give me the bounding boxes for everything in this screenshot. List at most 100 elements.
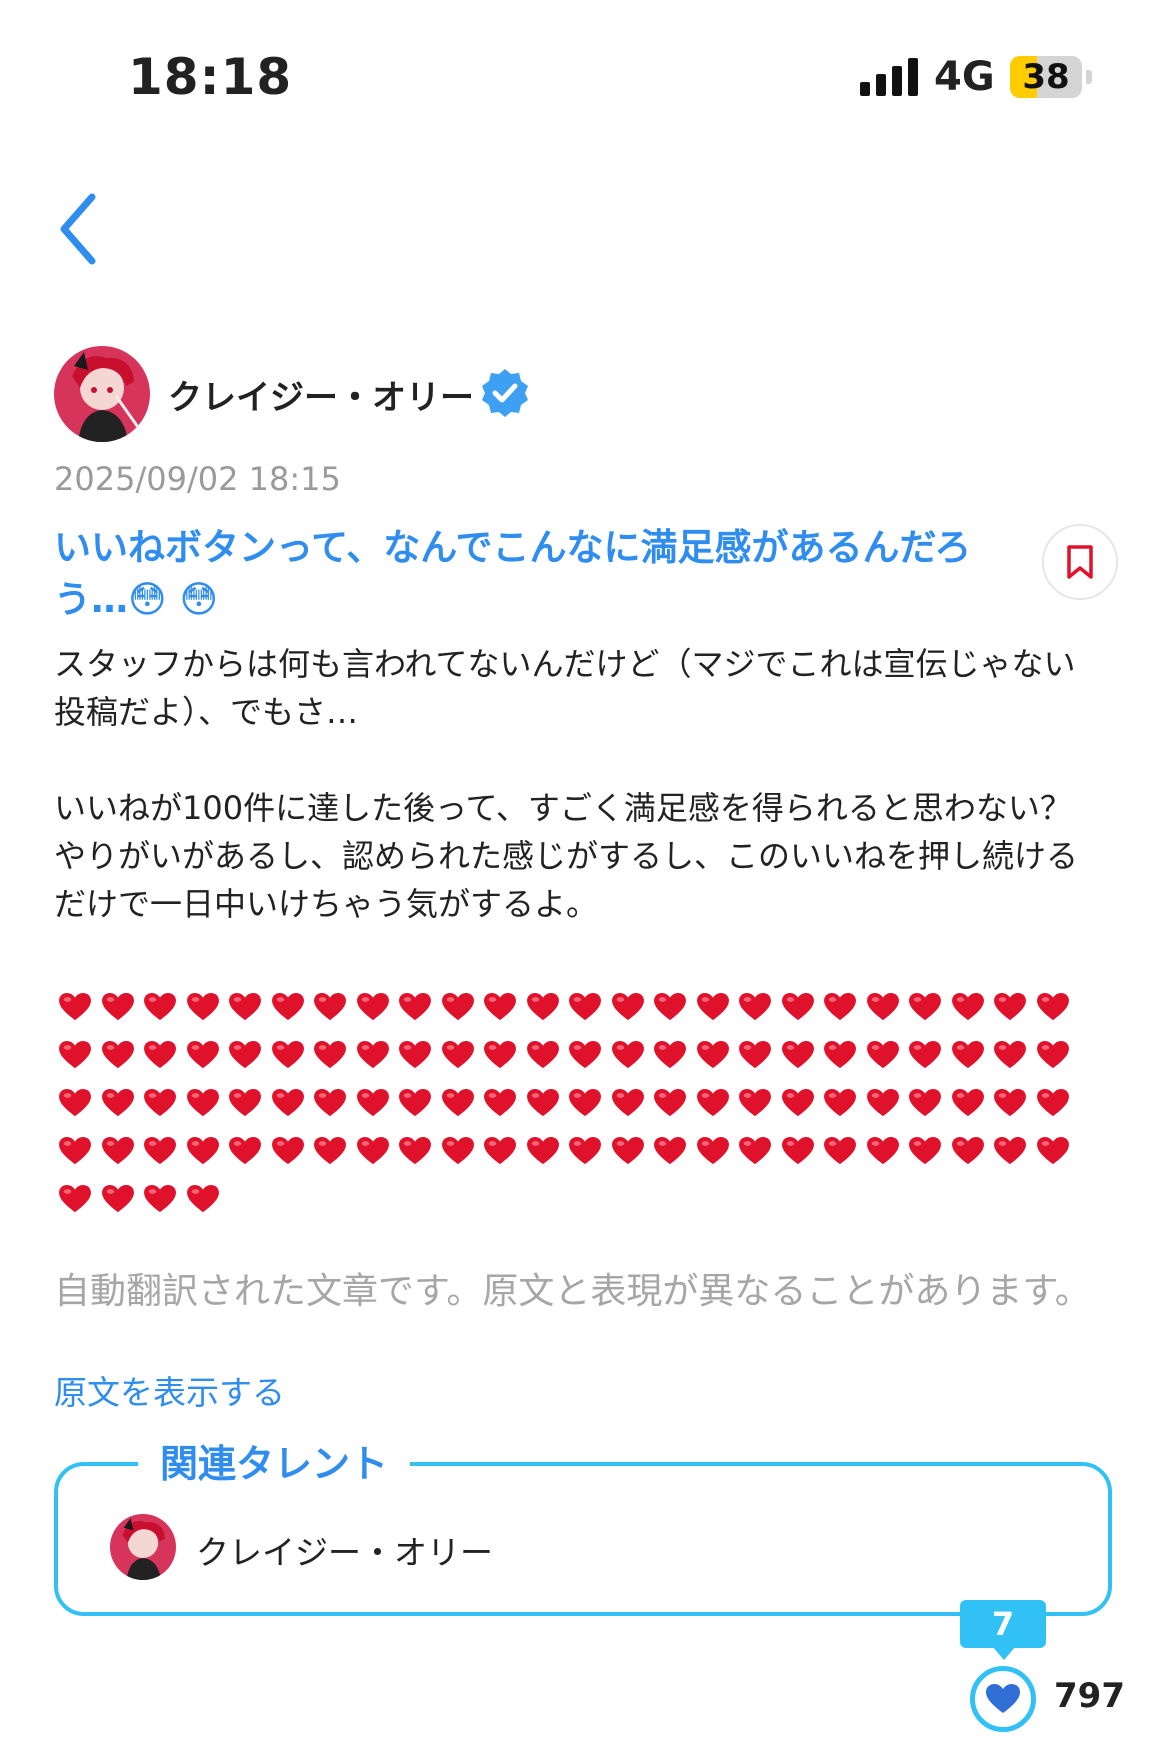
red-heart-icon [947,984,990,1032]
red-heart-icon [777,1128,820,1176]
red-heart-icon [904,1032,947,1080]
post-title: いいねボタンって、なんでこんなに満足感があるんだろう…😳 😳 [54,526,972,621]
red-heart-icon [437,1128,480,1176]
red-heart-icon [862,984,905,1032]
red-heart-icon [607,1032,650,1080]
like-count: 797 [1054,1676,1125,1716]
red-heart-icon [309,1032,352,1080]
related-talent-avatar[interactable] [110,1514,176,1580]
author-avatar[interactable] [54,346,150,442]
status-bar: 18:18 4G 38 [0,0,1170,160]
red-heart-icon [692,1032,735,1080]
signal-icon [860,58,920,96]
red-heart-icon [862,1080,905,1128]
red-heart-icon [862,1128,905,1176]
status-time: 18:18 [128,48,293,106]
red-heart-icon [309,984,352,1032]
author-name[interactable]: クレイジー・オリー [168,370,474,419]
red-heart-icon [947,1032,990,1080]
back-button[interactable] [56,185,126,275]
red-heart-icon [819,1080,862,1128]
battery-level: 38 [1022,57,1070,97]
red-heart-icon [777,984,820,1032]
red-heart-icon [97,1080,140,1128]
red-heart-icon [607,1080,650,1128]
red-heart-icon [734,1128,777,1176]
red-heart-icon [989,1080,1032,1128]
red-heart-icon [692,1080,735,1128]
red-heart-icon [182,1080,225,1128]
red-heart-icon [182,1128,225,1176]
red-heart-icon [224,1128,267,1176]
red-heart-icon [989,1032,1032,1080]
post-paragraph: スタッフからは何も言われてないんだけど（マジでこれは宣伝じゃない投稿だよ）、でも… [54,645,1076,731]
battery-icon: 38 [1010,56,1082,98]
red-heart-icon [1032,1080,1075,1128]
like-tooltip-tail [992,1646,1016,1660]
show-original-link[interactable]: 原文を表示する [54,1366,285,1414]
red-heart-icon [352,1032,395,1080]
translation-note: 自動翻訳された文章です。原文と表現が異なることがあります。 [54,1271,1091,1312]
related-talent-name[interactable]: クレイジー・オリー [196,1526,493,1574]
like-tooltip: 7 [960,1600,1046,1648]
red-heart-icon [734,1032,777,1080]
red-heart-icon [139,1080,182,1128]
red-heart-icon [309,1128,352,1176]
bookmark-button[interactable] [1042,524,1118,600]
red-heart-icon [352,984,395,1032]
red-heart-icon [224,1080,267,1128]
red-heart-icon [54,1176,97,1224]
red-heart-icon [522,1080,565,1128]
red-heart-icon [649,1080,692,1128]
red-heart-icon [139,1032,182,1080]
red-heart-icon [267,1032,310,1080]
red-heart-icon [394,984,437,1032]
red-heart-icon [54,1128,97,1176]
red-heart-icon [904,984,947,1032]
red-heart-icon [607,1128,650,1176]
hearts-row [54,1176,1094,1224]
hearts-block [54,984,1094,1224]
hearts-row [54,1032,1094,1080]
red-heart-icon [649,984,692,1032]
red-heart-icon [394,1128,437,1176]
red-heart-icon [394,1080,437,1128]
red-heart-icon [989,984,1032,1032]
chevron-left-icon [60,193,96,265]
red-heart-icon [734,1080,777,1128]
red-heart-icon [437,1080,480,1128]
red-heart-icon [904,1080,947,1128]
red-heart-icon [522,1128,565,1176]
red-heart-icon [352,1128,395,1176]
red-heart-icon [819,984,862,1032]
red-heart-icon [479,1080,522,1128]
red-heart-icon [564,984,607,1032]
heart-icon [986,1684,1020,1713]
red-heart-icon [97,1128,140,1176]
red-heart-icon [224,1032,267,1080]
red-heart-icon [607,984,650,1032]
red-heart-icon [97,1176,140,1224]
red-heart-icon [54,984,97,1032]
related-talent-title: 関連タレント [138,1438,411,1490]
red-heart-icon [437,1032,480,1080]
red-heart-icon [394,1032,437,1080]
hearts-row [54,1080,1094,1128]
red-heart-icon [819,1032,862,1080]
red-heart-icon [437,984,480,1032]
red-heart-icon [564,1128,607,1176]
post-author[interactable]: クレイジー・オリー [54,346,954,446]
red-heart-icon [692,1128,735,1176]
hearts-row [54,1128,1094,1176]
related-talent-item[interactable]: クレイジー・オリー [110,1514,910,1584]
red-heart-icon [139,1176,182,1224]
red-heart-icon [947,1080,990,1128]
red-heart-icon [1032,1032,1075,1080]
network-type: 4G [934,54,995,100]
red-heart-icon [692,984,735,1032]
like-button[interactable] [970,1666,1036,1732]
post-paragraph: いいねが100件に達した後って、すごく満足感を得られると思わない？やりがいがある… [54,789,1079,923]
red-heart-icon [267,1080,310,1128]
red-heart-icon [97,1032,140,1080]
